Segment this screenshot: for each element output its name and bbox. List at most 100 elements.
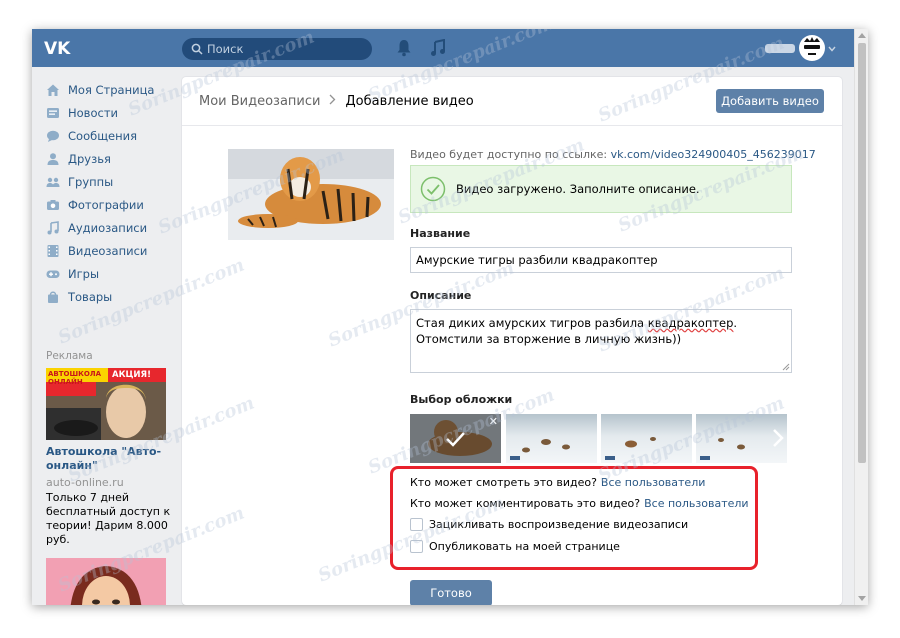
sidebar: Моя Страница Новости Сообщения Друзья Гр… (32, 67, 182, 605)
chevron-right-icon[interactable] (772, 428, 784, 448)
search-box[interactable]: Поиск (182, 38, 372, 60)
top-bar: VK Поиск (32, 29, 854, 67)
link-prefix: Видео будет доступно по ссылке: (410, 148, 608, 161)
breadcrumb: Мои Видеозаписи Добавление видео (199, 94, 474, 109)
chevron-down-icon (828, 46, 836, 52)
cover-label: Выбор обложки (410, 393, 513, 406)
music-note-icon (46, 221, 60, 235)
publish-checkbox-row[interactable]: Опубликовать на моей странице (410, 540, 620, 553)
sidebar-item-audio[interactable]: Аудиозаписи (46, 218, 176, 238)
sidebar-item-label: Товары (68, 290, 113, 304)
home-icon (46, 83, 60, 97)
sidebar-item-goods[interactable]: Товары (46, 287, 176, 307)
loop-checkbox-row[interactable]: Зацикливать воспроизведение видеозаписи (410, 518, 688, 531)
sidebar-item-games[interactable]: Игры (46, 264, 176, 284)
success-message-box: Видео загружено. Заполните описание. (410, 165, 792, 213)
cover-selector: ✕ (410, 414, 792, 464)
vk-logo-icon[interactable]: VK (44, 38, 76, 58)
user-name-blurred (765, 44, 795, 53)
sidebar-item-label: Аудиозаписи (68, 221, 148, 235)
ads-title: Реклама (46, 350, 93, 362)
publish-checkbox[interactable] (410, 540, 423, 553)
scrollbar-thumb[interactable] (858, 43, 866, 463)
scrollbar[interactable] (854, 29, 868, 605)
privacy-comment-row: Кто может комментировать это видео? Все … (410, 497, 749, 510)
sidebar-item-label: Видеозаписи (68, 244, 148, 258)
chevron-right-icon (329, 94, 336, 109)
divider (182, 125, 842, 126)
sidebar-item-label: Сообщения (68, 129, 138, 143)
bag-icon (46, 290, 60, 304)
privacy-view-label: Кто может смотреть это видео? (410, 476, 597, 489)
resize-handle-icon[interactable] (782, 363, 790, 371)
search-placeholder: Поиск (207, 42, 244, 56)
ad-title[interactable]: Автошкола "Авто-онлайн" (46, 445, 176, 473)
groups-icon (46, 175, 60, 189)
sidebar-item-label: Группы (68, 175, 114, 189)
breadcrumb-my-videos[interactable]: Мои Видеозаписи (199, 94, 320, 109)
main-content: Мои Видеозаписи Добавление видео Добавит… (182, 77, 842, 605)
friend-icon (46, 152, 60, 166)
cover-tag (700, 456, 710, 460)
ad-banner-image-2[interactable] (46, 558, 166, 605)
svg-text:VK: VK (44, 39, 71, 58)
bell-icon[interactable] (396, 39, 412, 57)
cover-tag (510, 456, 520, 460)
close-icon[interactable]: ✕ (489, 415, 498, 428)
success-message: Видео загружено. Заполните описание. (456, 182, 700, 196)
scroll-down-icon[interactable] (858, 596, 866, 602)
sidebar-item-label: Друзья (68, 152, 111, 166)
ad-banner-brand: АВТОШКОЛА ОНЛАЙН (48, 370, 102, 386)
loop-label[interactable]: Зацикливать воспроизведение видеозаписи (429, 518, 688, 531)
sidebar-item-messages[interactable]: Сообщения (46, 126, 176, 146)
film-icon (46, 244, 60, 258)
privacy-view-link[interactable]: Все пользователи (601, 476, 705, 489)
cover-option[interactable] (506, 414, 597, 463)
browser-window: VK Поиск Моя Страница Новости Сообщения … (32, 29, 868, 605)
description-label: Описание (410, 289, 472, 302)
cover-option-selected[interactable]: ✕ (410, 414, 501, 463)
ad-domain: auto-online.ru (46, 476, 124, 489)
news-icon (46, 106, 60, 120)
title-label: Название (410, 227, 471, 240)
done-button[interactable]: Готово (410, 580, 492, 605)
sidebar-item-news[interactable]: Новости (46, 103, 176, 123)
sidebar-item-friends[interactable]: Друзья (46, 149, 176, 169)
sidebar-item-label: Моя Страница (68, 83, 155, 97)
avatar (799, 35, 825, 61)
user-menu[interactable] (765, 35, 836, 63)
sidebar-item-label: Игры (68, 267, 100, 281)
video-thumbnail (228, 149, 394, 240)
gamepad-icon (46, 267, 60, 281)
check-circle-icon (420, 176, 446, 202)
page-title: Добавление видео (345, 94, 474, 109)
camera-icon (46, 198, 60, 212)
add-video-button[interactable]: Добавить видео (716, 89, 824, 113)
privacy-comment-label: Кто может комментировать это видео? (410, 497, 641, 510)
description-text: Стая диких амурских тигров разбила (416, 316, 648, 330)
sidebar-item-videos[interactable]: Видеозаписи (46, 241, 176, 261)
description-misspelled-word: квадракоптер (647, 316, 734, 330)
music-icon[interactable] (430, 39, 446, 57)
sidebar-item-groups[interactable]: Группы (46, 172, 176, 192)
privacy-comment-link[interactable]: Все пользователи (644, 497, 748, 510)
title-input[interactable]: Амурские тигры разбили квадракоптер (410, 247, 792, 273)
search-icon (191, 43, 203, 55)
description-textarea[interactable]: Стая диких амурских тигров разбила квадр… (410, 309, 792, 373)
cover-option[interactable] (601, 414, 692, 463)
video-link-line: Видео будет доступно по ссылке: vk.com/v… (410, 148, 816, 161)
publish-label[interactable]: Опубликовать на моей странице (429, 540, 620, 553)
scroll-up-icon[interactable] (858, 32, 866, 38)
video-url-link[interactable]: vk.com/video324900405_456239017 (611, 148, 816, 161)
sidebar-item-photos[interactable]: Фотографии (46, 195, 176, 215)
sidebar-item-label: Новости (68, 106, 118, 120)
messages-icon (46, 129, 60, 143)
ad-text: Только 7 дней бесплатный доступ к теории… (46, 491, 171, 546)
sidebar-item-my-page[interactable]: Моя Страница (46, 80, 176, 100)
sidebar-item-label: Фотографии (68, 198, 144, 212)
ad-banner-promo: АКЦИЯ! (112, 370, 151, 380)
loop-checkbox[interactable] (410, 518, 423, 531)
privacy-view-row: Кто может смотреть это видео? Все пользо… (410, 476, 705, 489)
cover-tag (605, 456, 615, 460)
ad-banner-image[interactable]: АВТОШКОЛА ОНЛАЙН АКЦИЯ! (46, 368, 166, 440)
